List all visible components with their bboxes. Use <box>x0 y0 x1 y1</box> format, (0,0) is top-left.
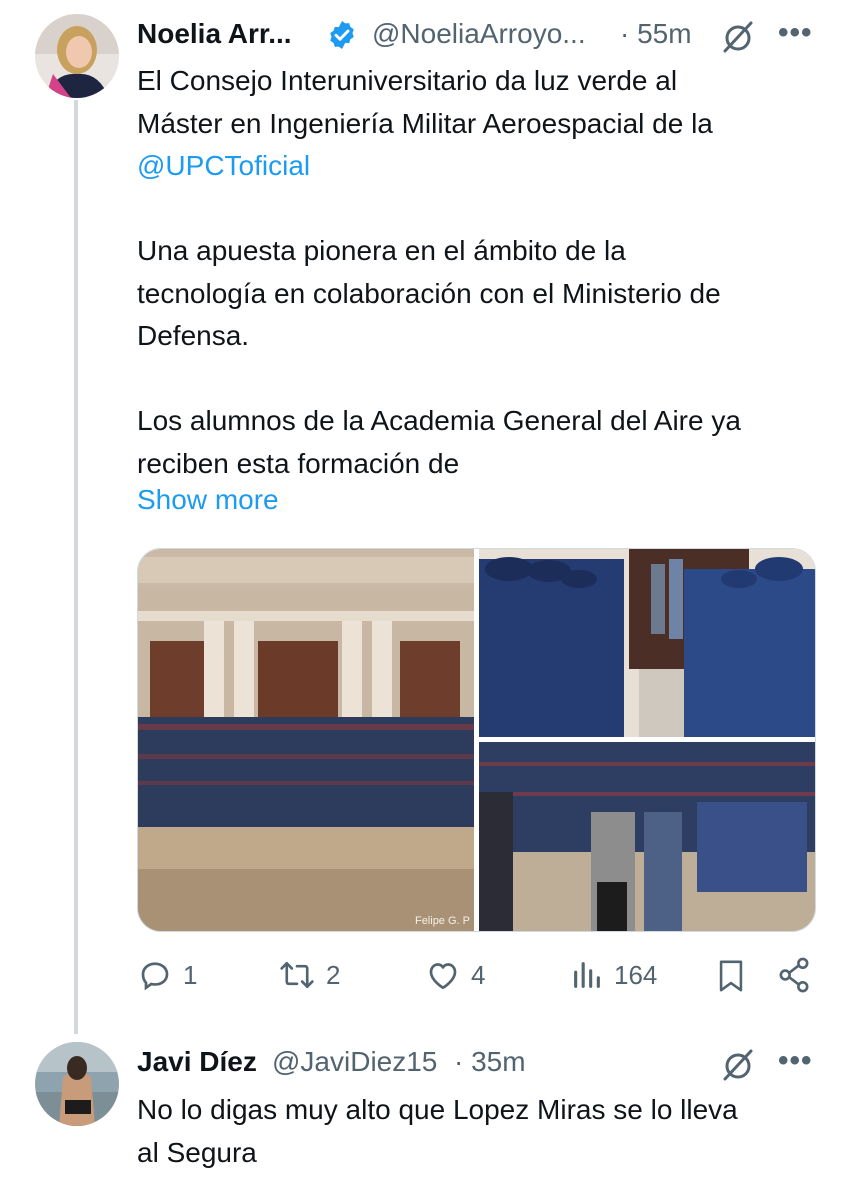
media-grid[interactable]: Felipe G. P <box>137 548 816 932</box>
bookmark-icon[interactable] <box>714 957 748 995</box>
reply-action[interactable]: 1 <box>137 955 197 995</box>
show-more-link[interactable]: Show more <box>137 484 279 516</box>
views-action[interactable]: 164 <box>570 955 657 995</box>
like-icon <box>425 957 461 993</box>
tweet-text-line: Los alumnos de la Academia General del A… <box>137 405 741 436</box>
reply-text: No lo digas muy alto que Lopez Miras se … <box>137 1089 827 1174</box>
verified-badge-icon <box>326 19 358 51</box>
tweet-text-line: Una apuesta pionera en el ámbito de la <box>137 235 626 266</box>
reply-text-line: al Segura <box>137 1136 257 1168</box>
like-action[interactable]: 4 <box>425 955 485 995</box>
retweet-icon <box>278 957 316 993</box>
tweet-text-line: tecnología en colaboración con el Minist… <box>137 277 721 309</box>
reply-count: 1 <box>183 959 198 990</box>
thread-connector-line <box>74 100 78 1034</box>
views-icon <box>570 957 604 993</box>
tweet-text-line: reciben esta formación de <box>137 447 460 479</box>
reply-icon <box>137 957 173 993</box>
reply-avatar[interactable] <box>35 1042 119 1126</box>
photo-2[interactable] <box>479 549 815 737</box>
mention-link[interactable]: @UPCToficial <box>137 145 827 188</box>
retweet-count: 2 <box>326 959 341 990</box>
author-name[interactable]: Noelia Arr... <box>137 18 292 50</box>
more-icon[interactable]: ••• <box>778 16 813 50</box>
photo-credit: Felipe G. P <box>414 915 470 927</box>
tweet-text-line: Máster en Ingeniería Militar Aeroespacia… <box>137 107 713 139</box>
author-handle[interactable]: @NoeliaArroyo... <box>372 18 586 50</box>
share-icon[interactable] <box>776 956 812 994</box>
tweet-text-line: El Consejo Interuniversitario da luz ver… <box>137 65 678 96</box>
avatar[interactable] <box>35 14 119 98</box>
more-icon[interactable]: ••• <box>778 1044 813 1078</box>
retweet-action[interactable]: 2 <box>278 955 340 995</box>
photo-1[interactable]: Felipe G. P <box>138 549 474 931</box>
tweet-text: El Consejo Interuniversitario da luz ver… <box>137 60 827 485</box>
like-count: 4 <box>471 959 486 990</box>
tweet-text-line: Defensa. <box>137 320 250 351</box>
reply-author-name[interactable]: Javi Díez <box>137 1046 257 1078</box>
views-count: 164 <box>614 959 658 990</box>
reply-text-line: No lo digas muy alto que Lopez Miras se … <box>137 1094 738 1125</box>
grok-icon[interactable] <box>719 17 757 55</box>
reply-author-handle[interactable]: @JaviDiez15 <box>272 1046 437 1078</box>
reply-time[interactable]: · 35m <box>454 1046 526 1078</box>
photo-3[interactable] <box>479 742 815 931</box>
tweet-time[interactable]: · 55m <box>620 18 692 50</box>
grok-icon[interactable] <box>719 1045 757 1083</box>
